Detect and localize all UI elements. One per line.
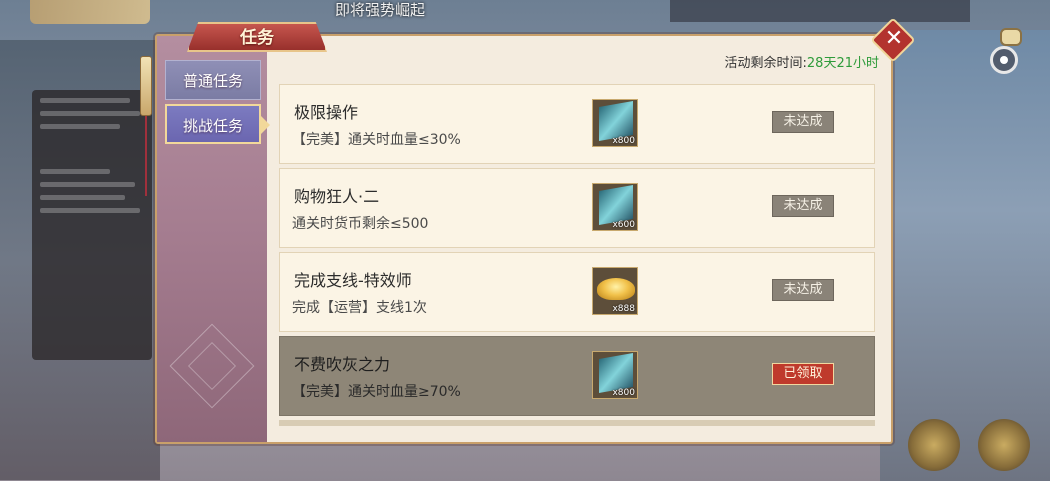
- remaining-time: 活动剩余时间:28天21小时: [725, 56, 879, 72]
- list-bottom-edge: [279, 420, 875, 426]
- task-title: 不费吹灰之力: [294, 355, 391, 374]
- task-description: 完成【运营】支线1次: [292, 300, 427, 316]
- background-scenery-right: [880, 30, 1050, 481]
- task-description: 【完美】通关时血量≥70%: [292, 384, 461, 400]
- remaining-time-label: 活动剩余时间:: [724, 56, 807, 71]
- task-dialog: 普通任务 挑战任务 任务 ✕ 活动剩余时间:28天21小时 极限操作 【完美】通…: [140, 17, 916, 444]
- top-left-banner: [30, 0, 150, 24]
- status-badge: 未达成: [772, 195, 834, 217]
- tab-challenge-tasks[interactable]: 挑战任务: [165, 104, 261, 144]
- close-icon[interactable]: ✕: [884, 27, 904, 51]
- background-info-panel: [32, 90, 152, 360]
- status-badge: 未达成: [772, 111, 834, 133]
- gold-ingot-icon[interactable]: x888: [592, 267, 638, 315]
- reward-quantity: x800: [612, 388, 635, 398]
- dialog-title: 任务: [187, 22, 327, 52]
- task-description: 通关时货币剩余≤500: [292, 216, 429, 232]
- floating-button-icon[interactable]: [990, 46, 1018, 74]
- reward-quantity: x800: [612, 136, 635, 146]
- menu-icon-left[interactable]: [908, 419, 960, 471]
- card-icon[interactable]: x800: [592, 351, 638, 399]
- lantern-ornament: [140, 56, 152, 116]
- task-row: 不费吹灰之力 【完美】通关时血量≥70% x800 已领取: [279, 336, 875, 416]
- task-row: 完成支线-特效师 完成【运营】支线1次 x888 未达成: [279, 252, 875, 332]
- task-description: 【完美】通关时血量≤30%: [292, 132, 461, 148]
- tab-normal-tasks[interactable]: 普通任务: [165, 60, 261, 100]
- remaining-time-value: 28天21小时: [806, 56, 879, 71]
- status-badge: 未达成: [772, 279, 834, 301]
- task-title: 购物狂人·二: [294, 187, 380, 206]
- lantern-tassel: [145, 116, 147, 196]
- reward-quantity: x888: [612, 304, 635, 314]
- task-row: 极限操作 【完美】通关时血量≤30% x800 未达成: [279, 84, 875, 164]
- menu-icon-right[interactable]: [978, 419, 1030, 471]
- task-title: 完成支线-特效师: [294, 271, 412, 290]
- chat-bubble-icon[interactable]: [1000, 28, 1022, 46]
- status-badge: 已领取: [772, 363, 834, 385]
- task-row: 购物狂人·二 通关时货币剩余≤500 x600 未达成: [279, 168, 875, 248]
- task-title: 极限操作: [294, 103, 359, 122]
- top-hud-bar: [670, 0, 970, 22]
- card-icon[interactable]: x600: [592, 183, 638, 231]
- top-announcement-text: 即将强势崛起: [335, 1, 426, 19]
- task-list[interactable]: 极限操作 【完美】通关时血量≤30% x800 未达成 购物狂人·二 通关时货币…: [269, 82, 875, 428]
- task-type-sidebar: 普通任务 挑战任务: [157, 36, 267, 442]
- card-icon[interactable]: x800: [592, 99, 638, 147]
- reward-quantity: x600: [612, 220, 635, 230]
